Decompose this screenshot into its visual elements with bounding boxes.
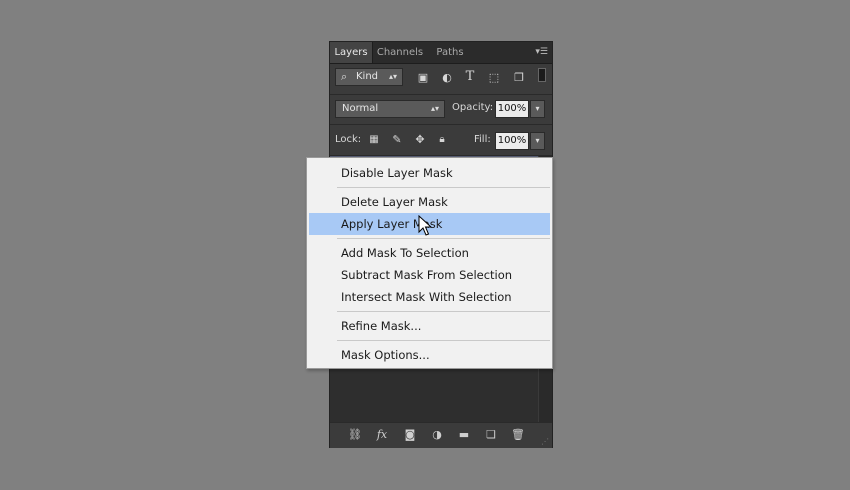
blend-mode-dropdown[interactable]: Normal ▴▾ xyxy=(335,100,445,118)
lock-image-icon[interactable]: ✎ xyxy=(389,133,405,147)
fx-icon[interactable]: fx xyxy=(374,428,390,442)
adjustment-layer-icon[interactable]: ◑ xyxy=(429,428,445,442)
tab-channels[interactable]: Channels xyxy=(374,42,426,63)
opacity-input[interactable]: 100% xyxy=(495,100,529,118)
menu-item-subtract-mask-from-selection[interactable]: Subtract Mask From Selection xyxy=(309,264,550,286)
lock-transparent-icon[interactable]: ▦ xyxy=(366,133,382,147)
panel-footer: ⛓ fx ◙ ◑ ▬ ❏ 🗑︎ ⋰ xyxy=(330,422,552,448)
smart-object-filter-icon[interactable]: ❐ xyxy=(511,71,527,85)
adjustment-filter-icon[interactable]: ◐ xyxy=(439,71,455,85)
search-icon: ⌕ xyxy=(341,70,348,83)
lock-position-icon[interactable]: ✥ xyxy=(412,133,428,147)
panel-menu-icon[interactable]: ▾☰ xyxy=(535,46,548,58)
fill-dropdown-button[interactable]: ▾ xyxy=(530,132,545,150)
kind-filter-label: Kind xyxy=(356,71,379,82)
menu-separator xyxy=(337,238,550,239)
menu-separator xyxy=(337,311,550,312)
opacity-dropdown-button[interactable]: ▾ xyxy=(530,100,545,118)
shape-filter-icon[interactable]: ⬚ xyxy=(486,71,502,85)
lock-label: Lock: xyxy=(335,134,362,145)
menu-item-add-mask-to-selection[interactable]: Add Mask To Selection xyxy=(309,242,550,264)
add-mask-icon[interactable]: ◙ xyxy=(402,428,418,442)
menu-item-mask-options[interactable]: Mask Options... xyxy=(309,344,550,366)
menu-separator xyxy=(337,187,550,188)
new-layer-icon[interactable]: ❏ xyxy=(483,428,499,442)
mouse-cursor-icon xyxy=(418,215,432,236)
tab-paths[interactable]: Paths xyxy=(428,42,472,63)
fill-label: Fill: xyxy=(474,134,491,145)
menu-item-disable-layer-mask[interactable]: Disable Layer Mask xyxy=(309,162,550,184)
menu-item-refine-mask[interactable]: Refine Mask... xyxy=(309,315,550,337)
opacity-label: Opacity: xyxy=(452,102,494,113)
delete-icon[interactable]: 🗑︎ xyxy=(510,428,526,442)
group-icon[interactable]: ▬ xyxy=(456,428,472,442)
menu-item-intersect-mask-with-selection[interactable]: Intersect Mask With Selection xyxy=(309,286,550,308)
filter-row: ⌕ Kind ▴▾ ▣ ◐ T ⬚ ❐ xyxy=(330,64,552,95)
image-filter-icon[interactable]: ▣ xyxy=(415,71,431,85)
panel-tab-bar: Layers Channels Paths ▾☰ xyxy=(330,42,552,64)
dropdown-arrows-icon: ▴▾ xyxy=(430,104,439,113)
blend-mode-value: Normal xyxy=(342,103,379,114)
dropdown-arrows-icon: ▴▾ xyxy=(388,72,397,81)
lock-all-icon[interactable]: 🔒︎ xyxy=(434,133,450,147)
lock-row: Lock: ▦ ✎ ✥ 🔒︎ Fill: 100% ▾ xyxy=(330,125,552,156)
blend-row: Normal ▴▾ Opacity: 100% ▾ xyxy=(330,95,552,125)
context-menu: Disable Layer Mask Delete Layer Mask App… xyxy=(306,157,553,369)
link-layers-icon[interactable]: ⛓ xyxy=(347,428,363,442)
menu-separator xyxy=(337,340,550,341)
tab-layers[interactable]: Layers xyxy=(330,42,373,63)
menu-item-delete-layer-mask[interactable]: Delete Layer Mask xyxy=(309,191,550,213)
filter-toggle[interactable] xyxy=(538,68,546,82)
fill-input[interactable]: 100% xyxy=(495,132,529,150)
type-filter-icon[interactable]: T xyxy=(462,70,478,84)
resize-grip-icon[interactable]: ⋰ xyxy=(541,437,549,446)
kind-filter-dropdown[interactable]: ⌕ Kind ▴▾ xyxy=(335,68,403,86)
